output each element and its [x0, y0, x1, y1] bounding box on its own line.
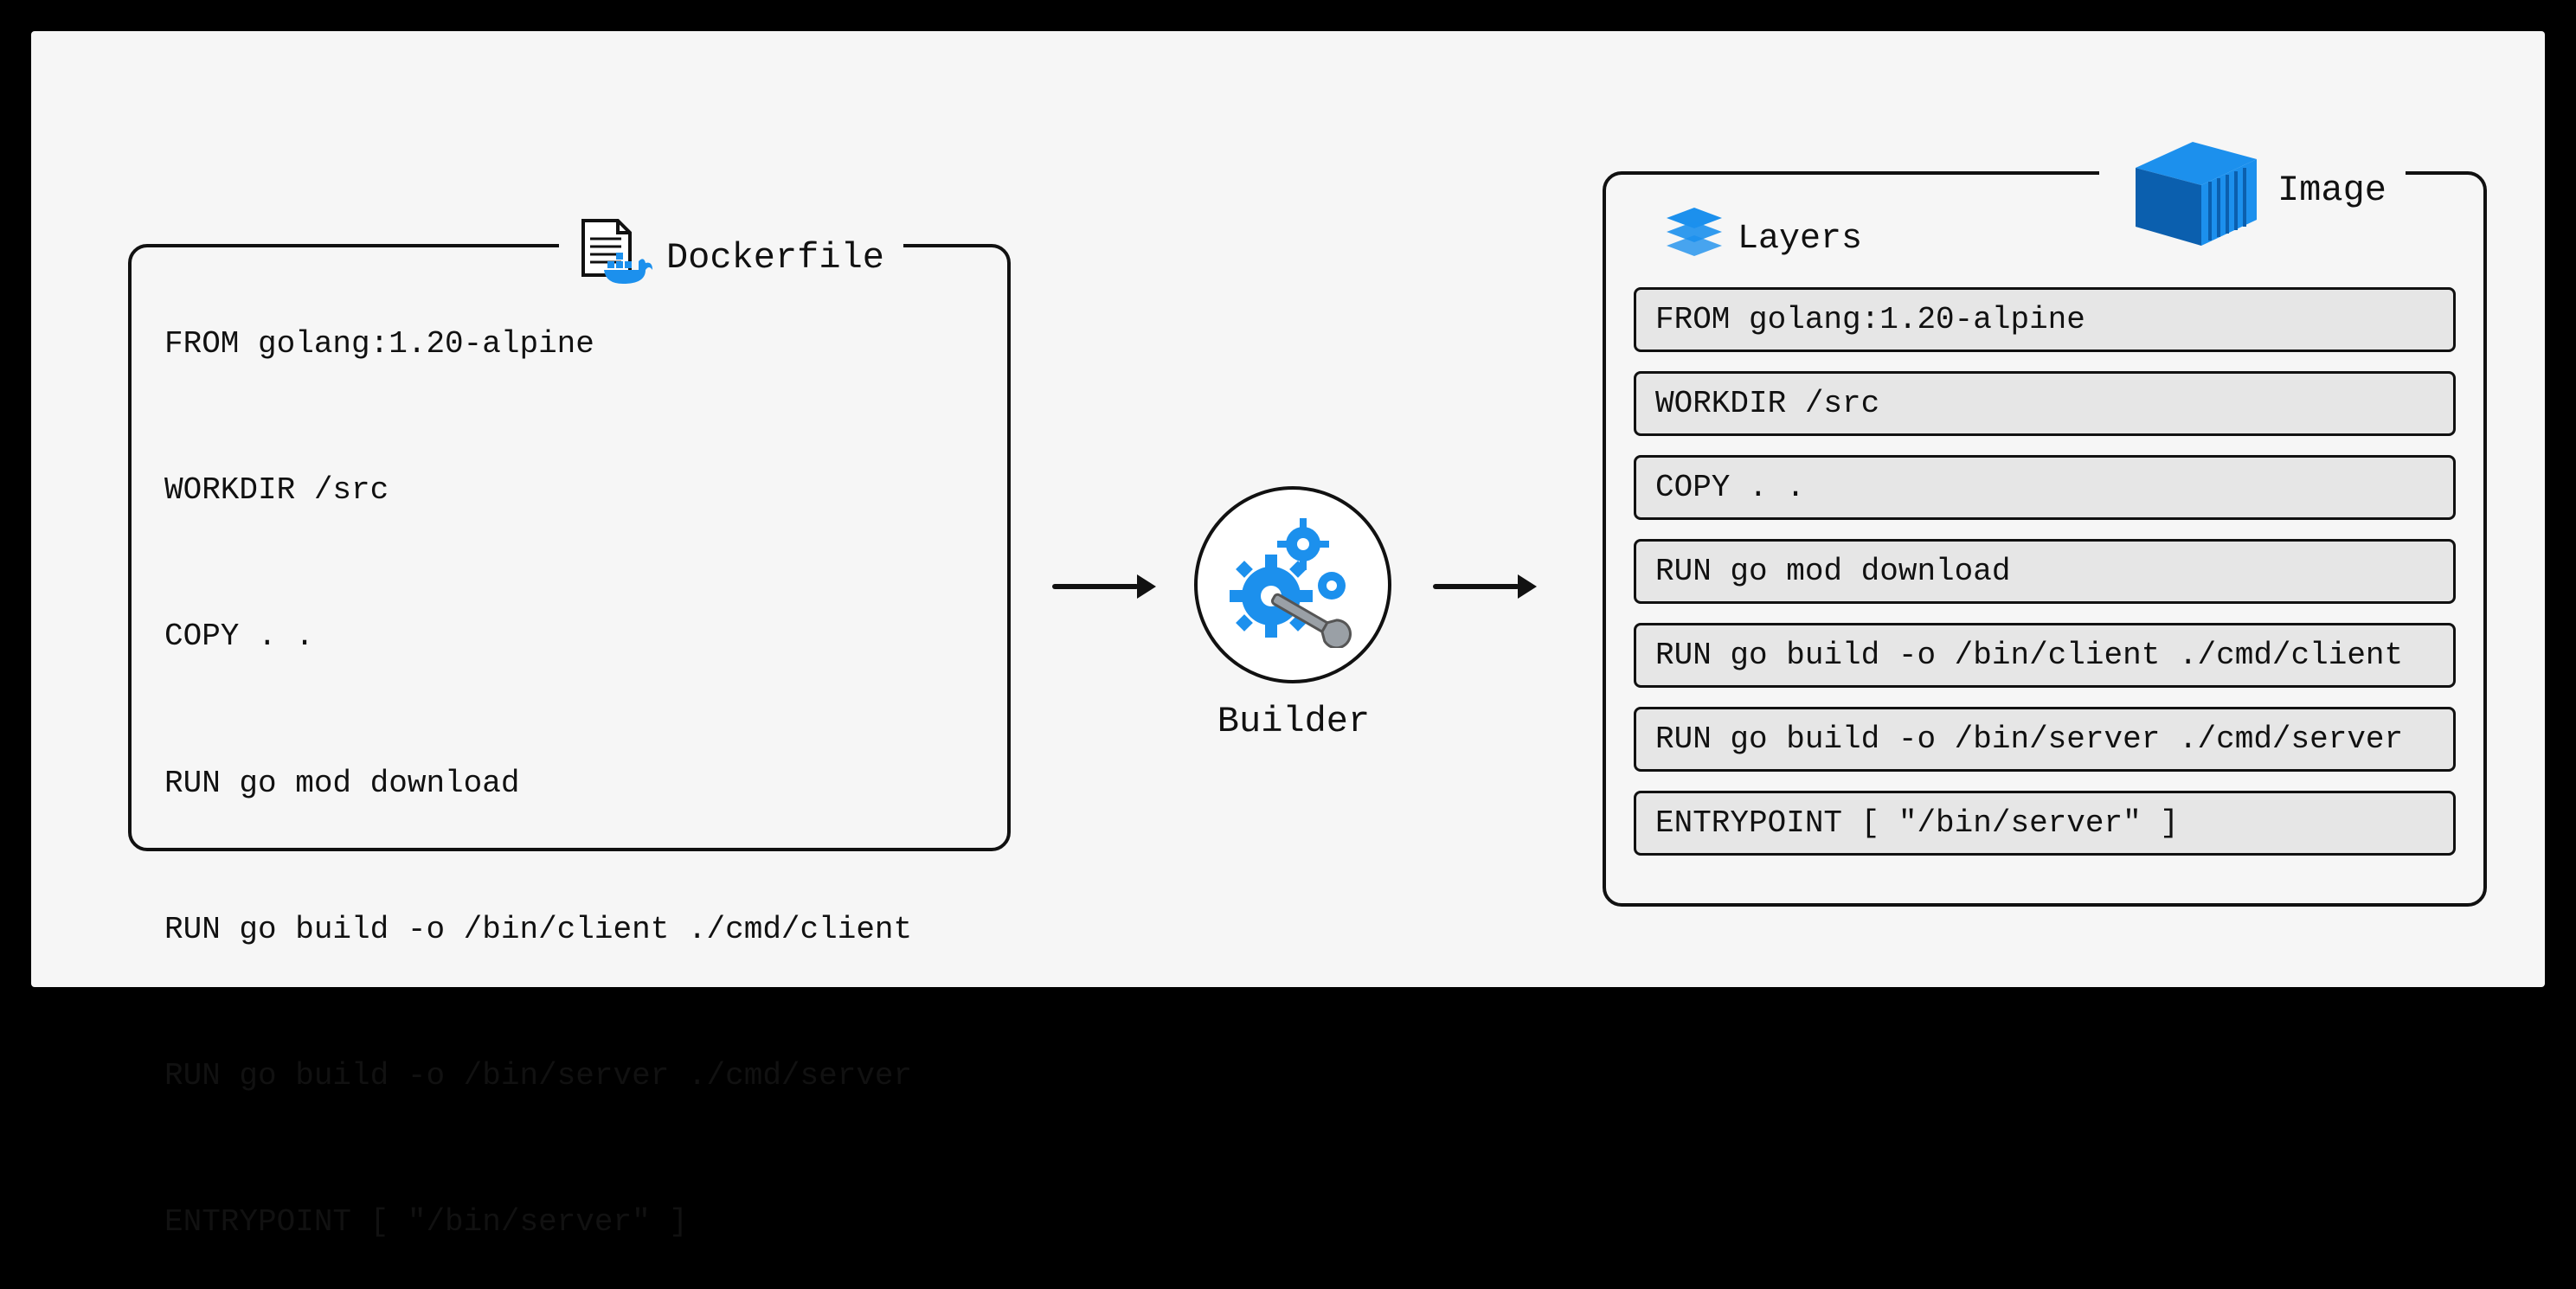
layer-item: FROM golang:1.20-alpine — [1634, 287, 2456, 352]
arrow-dockerfile-to-builder — [1052, 580, 1156, 593]
dockerfile-label-group: Dockerfile — [559, 218, 903, 297]
layers-label-group: Layers — [1644, 206, 1881, 273]
builder-node: Builder — [1194, 486, 1393, 685]
builder-label: Builder — [1194, 701, 1393, 742]
layer-item: COPY . . — [1634, 455, 2456, 520]
layers-list: FROM golang:1.20-alpine WORKDIR /src COP… — [1606, 175, 2483, 873]
layer-item: RUN go build -o /bin/client ./cmd/client — [1634, 623, 2456, 688]
layer-item: RUN go mod download — [1634, 539, 2456, 604]
image-label-group: Image — [2099, 138, 2406, 242]
dockerfile-panel: Dockerfile FROM golang:1.20-alpine WORKD… — [128, 244, 1011, 851]
gears-icon — [1224, 518, 1362, 652]
layers-label: Layers — [1738, 220, 1862, 259]
layer-item: WORKDIR /src — [1634, 371, 2456, 436]
layer-item: ENTRYPOINT [ "/bin/server" ] — [1634, 791, 2456, 856]
image-label: Image — [2277, 170, 2386, 211]
dockerfile-code: FROM golang:1.20-alpine WORKDIR /src COP… — [132, 279, 1007, 1289]
container-icon — [2118, 138, 2265, 242]
dockerfile-label: Dockerfile — [666, 237, 884, 279]
diagram-board: Dockerfile FROM golang:1.20-alpine WORKD… — [31, 31, 2545, 987]
layer-item: RUN go build -o /bin/server ./cmd/server — [1634, 707, 2456, 772]
arrow-builder-to-image — [1433, 580, 1537, 593]
dockerfile-icon — [578, 218, 654, 297]
builder-circle — [1194, 486, 1391, 683]
image-panel: Image Layers FROM golang:1.20-alpine WOR… — [1603, 171, 2487, 907]
layers-icon — [1663, 206, 1725, 273]
